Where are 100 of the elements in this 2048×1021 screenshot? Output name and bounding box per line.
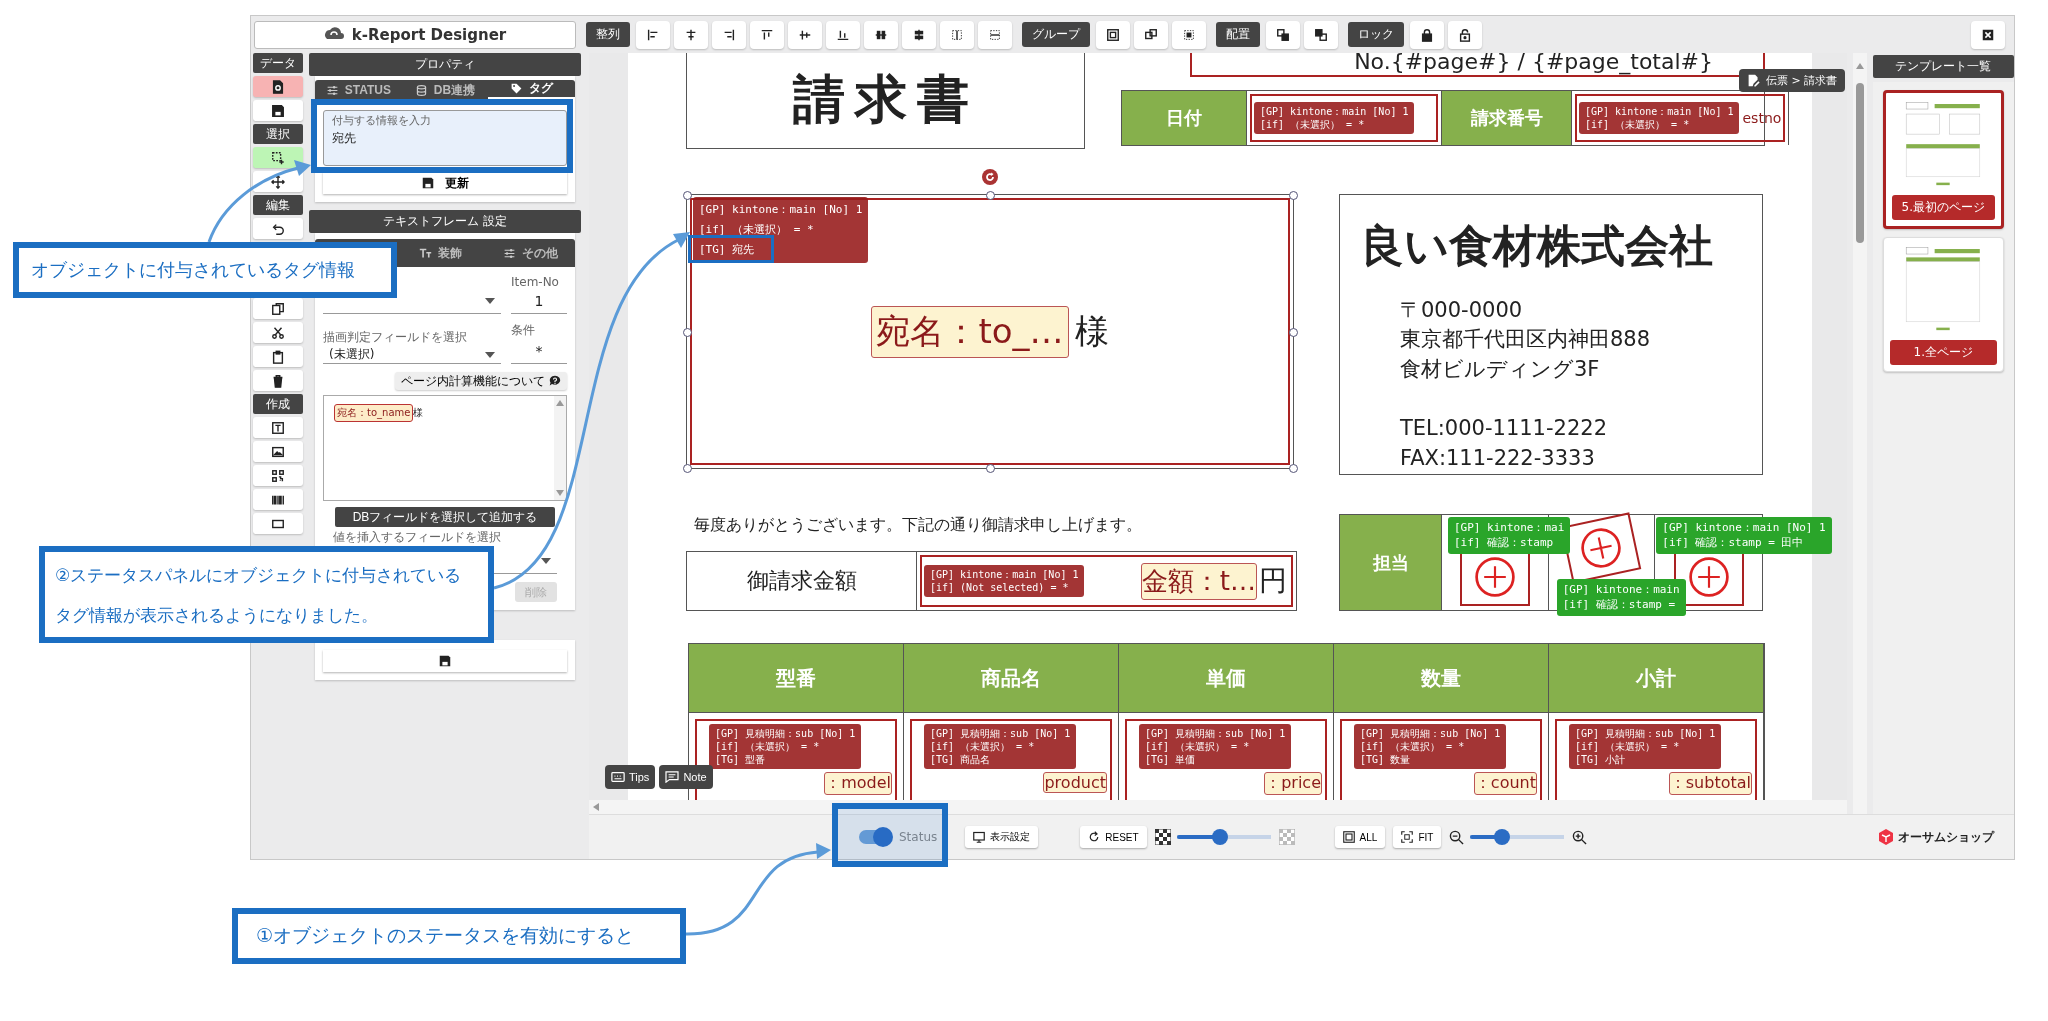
rotate-handle[interactable] (982, 169, 998, 185)
help-button[interactable]: ページ内計算機能について (395, 372, 567, 390)
tool-button[interactable] (253, 441, 303, 462)
toolbar-button[interactable] (1304, 20, 1338, 49)
tool-button[interactable] (253, 465, 303, 486)
tool-button[interactable] (253, 346, 303, 367)
data-field: ：subtotal (1668, 772, 1752, 795)
panel-header: テキストフレーム 設定 (309, 210, 581, 233)
content-editor[interactable]: 宛名：to_name 様 (323, 395, 567, 501)
all-button[interactable]: ALL (1334, 826, 1386, 848)
resize-handle[interactable] (683, 327, 692, 337)
resize-handle[interactable] (986, 464, 995, 473)
status-line: [GP] kintone：main [No] 1 (1585, 105, 1734, 118)
fit-icon (1401, 831, 1414, 843)
column-header: 小計 (1549, 644, 1764, 712)
toolbar-button[interactable] (1410, 20, 1444, 49)
tool-button[interactable] (253, 370, 303, 391)
toolbar-button[interactable] (1448, 20, 1482, 49)
status-line: [TG] 商品名 (930, 753, 991, 766)
toggle-label: Status (899, 830, 938, 844)
honorific-text: 様 (1074, 309, 1109, 353)
breadcrumb-text: 伝票 > 請求書 (1766, 73, 1838, 88)
column-header: 商品名 (904, 644, 1119, 712)
tool-button[interactable] (253, 100, 303, 121)
resize-handle[interactable] (986, 191, 995, 200)
template-card[interactable]: 1.全ページ (1882, 237, 2004, 372)
note-button[interactable]: Note (659, 765, 713, 789)
toolbar-button[interactable] (1134, 20, 1168, 49)
tool-button[interactable] (253, 218, 303, 239)
item-no-field[interactable]: 1 (511, 289, 567, 314)
breadcrumb-tag[interactable]: 伝票 > 請求書 (1739, 69, 1846, 92)
stamp-icon (1688, 557, 1729, 597)
status-line: [if] （未選択） = * (1260, 118, 1365, 131)
tool-button[interactable] (253, 298, 303, 319)
caret-icon[interactable] (541, 557, 551, 564)
header-label-cell: 日付 (1122, 91, 1247, 145)
align-center-icon (684, 27, 698, 42)
zoom-in-icon[interactable] (1572, 829, 1588, 845)
field-frame[interactable]: [GP] kintone：main [No] 1 [if] （未選択） = * (1250, 94, 1438, 142)
toolbar-button[interactable] (864, 20, 898, 49)
tag-input-field[interactable]: 付与する情報を入力 宛先 (323, 110, 567, 166)
add-field-button[interactable]: DBフィールドを選択して追加する (335, 507, 555, 527)
condition-field-select[interactable]: (未選択) (323, 346, 501, 364)
tab[interactable]: STATUS (315, 80, 402, 100)
slider-thumb[interactable] (1493, 829, 1510, 845)
status-line: [if] （未選択） = * (1585, 118, 1690, 131)
tab[interactable]: DB連携 (401, 80, 489, 100)
field-frame[interactable]: [GP] kintone：main [No] 1 [if] (Not selected) = * 金額：t…円 (920, 555, 1293, 607)
toolbar-button[interactable] (1266, 20, 1300, 49)
scrollbar[interactable] (589, 800, 1847, 814)
data-field: product (1043, 772, 1107, 793)
select-grid-icon (1182, 27, 1196, 42)
display-settings-button[interactable]: 表示設定 (965, 826, 1039, 848)
close-icon (1981, 27, 1995, 42)
close-button[interactable] (1971, 20, 2005, 49)
select-value: (未選択) (329, 346, 375, 363)
tab[interactable]: 装飾 (395, 239, 485, 267)
resize-handle[interactable] (683, 191, 692, 200)
reset-button[interactable]: RESET (1080, 826, 1147, 848)
zoom-out-icon[interactable] (1449, 829, 1465, 845)
scrollbar[interactable] (1852, 53, 1867, 814)
update-button[interactable]: 更新 (323, 172, 567, 194)
resize-handle[interactable] (1289, 464, 1298, 473)
scrollbar[interactable] (554, 396, 566, 500)
tool-button[interactable] (253, 513, 303, 534)
condition-field[interactable]: * (511, 339, 567, 364)
toolbar-button[interactable] (788, 20, 822, 49)
toolbar-button[interactable] (902, 20, 936, 49)
tab[interactable]: タグ (488, 80, 575, 100)
toolbar-button[interactable] (826, 20, 860, 49)
toolbar-button[interactable] (674, 20, 708, 49)
tool-button[interactable] (253, 489, 303, 510)
tool-button[interactable] (253, 147, 303, 168)
save-icon (421, 176, 435, 190)
toolbar-button[interactable] (1096, 20, 1130, 49)
tool-button[interactable] (253, 76, 303, 97)
tips-button[interactable]: Tips (605, 765, 656, 789)
callout-text: ②ステータスパネルにオブジェクトに付与されているタグ情報が表示されるようになりました。 (55, 563, 463, 627)
resize-handle[interactable] (1289, 327, 1298, 337)
tool-button[interactable] (253, 322, 303, 343)
tool-button[interactable] (253, 417, 303, 438)
template-label: 1.全ページ (1889, 340, 1997, 365)
status-line: [if] （未選択） = * (1575, 740, 1680, 753)
save-icon (438, 654, 452, 668)
align-right-icon (722, 27, 736, 42)
document-title: 請求書 (792, 68, 979, 131)
field-label: 付与する情報を入力 (332, 113, 432, 128)
address-line: 食材ビルディング3F (1400, 355, 1601, 383)
tab[interactable]: その他 (485, 239, 575, 267)
edit-icon (1747, 74, 1760, 87)
slider-thumb[interactable] (1211, 829, 1228, 845)
editor-text: 様 (413, 406, 424, 420)
resize-handle[interactable] (683, 464, 692, 473)
field-label: 描画判定フィールドを選択 (323, 329, 468, 346)
fit-button[interactable]: FIT (1393, 826, 1442, 848)
text-frame-icon (271, 420, 285, 435)
template-card[interactable]: 5.最初のページ (1882, 90, 2004, 229)
clipboard-icon (271, 349, 285, 364)
toolbar-button[interactable] (1172, 20, 1206, 49)
resize-handle[interactable] (1289, 191, 1298, 200)
